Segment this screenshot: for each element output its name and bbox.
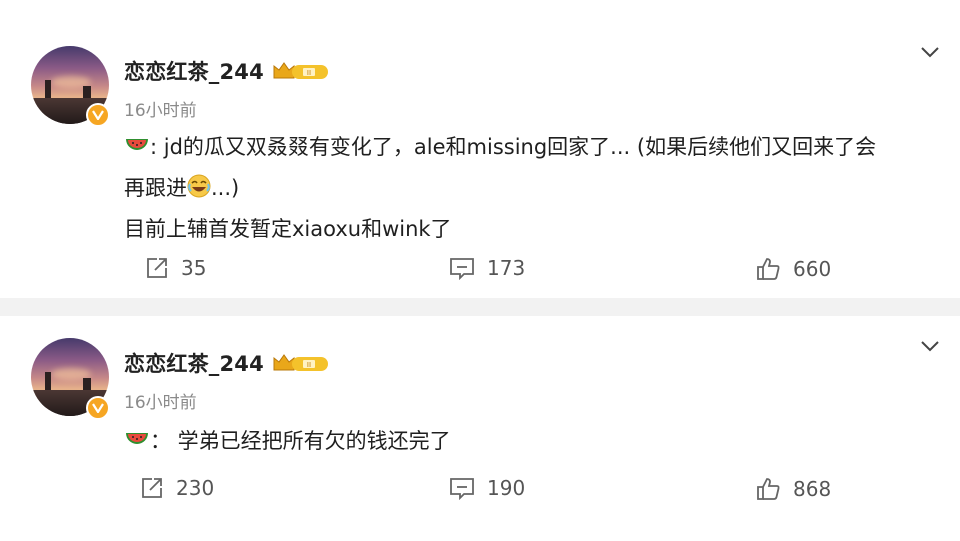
- thumbs-up-icon: [755, 256, 781, 282]
- post-content: : jd的瓜又双叒叕有变化了，ale和missing回家了... (如果后续他们…: [124, 128, 950, 248]
- laughing-emoji-icon: [187, 172, 211, 210]
- chevron-down-icon[interactable]: [920, 44, 940, 63]
- post-text-line: 再跟进: [124, 176, 187, 200]
- verified-badge-icon: [86, 103, 110, 127]
- like-button[interactable]: 868: [755, 476, 831, 502]
- comment-icon: [449, 256, 475, 280]
- svg-text:II: II: [307, 361, 311, 369]
- username[interactable]: 恋恋红茶_244: [124, 56, 264, 86]
- post-card: 恋恋红茶_244 II 16小时前 ： 学弟已经把所有欠的钱还完了 230 19…: [0, 316, 960, 541]
- member-crown-icon: II: [272, 59, 330, 87]
- like-button[interactable]: 660: [755, 256, 831, 282]
- comment-icon: [449, 476, 475, 500]
- repost-button[interactable]: 230: [140, 476, 214, 500]
- comment-count: 190: [487, 476, 526, 500]
- repost-button[interactable]: 35: [145, 256, 206, 280]
- post-time: 16小时前: [124, 101, 197, 121]
- repost-icon: [140, 476, 164, 500]
- svg-text:II: II: [307, 69, 311, 77]
- post-text-line: 目前上辅首发暂定xiaoxu和wink了: [124, 217, 452, 241]
- repost-count: 35: [181, 256, 207, 280]
- chevron-down-icon[interactable]: [920, 338, 940, 357]
- like-count: 868: [793, 477, 832, 501]
- comment-count: 173: [487, 256, 526, 280]
- watermelon-icon: [124, 131, 150, 169]
- like-count: 660: [793, 257, 832, 281]
- comment-button[interactable]: 190: [449, 476, 525, 500]
- post-text-line: : jd的瓜又双叒叕有变化了，ale和missing回家了... (如果后续他们…: [150, 135, 877, 159]
- member-crown-icon: II: [272, 351, 330, 379]
- verified-badge-icon: [86, 396, 110, 420]
- comment-button[interactable]: 173: [449, 256, 525, 280]
- watermelon-icon: [124, 425, 150, 463]
- username[interactable]: 恋恋红茶_244: [124, 348, 264, 378]
- post-card: 恋恋红茶_244 II 16小时前 : jd的瓜又双叒叕有变化了，ale和mis…: [0, 0, 960, 298]
- post-text-line: ...): [211, 176, 240, 200]
- post-time: 16小时前: [124, 393, 197, 413]
- repost-icon: [145, 256, 169, 280]
- thumbs-up-icon: [755, 476, 781, 502]
- post-content: ： 学弟已经把所有欠的钱还完了: [124, 422, 950, 463]
- post-text-line: ： 学弟已经把所有欠的钱还完了: [150, 429, 451, 453]
- repost-count: 230: [176, 476, 215, 500]
